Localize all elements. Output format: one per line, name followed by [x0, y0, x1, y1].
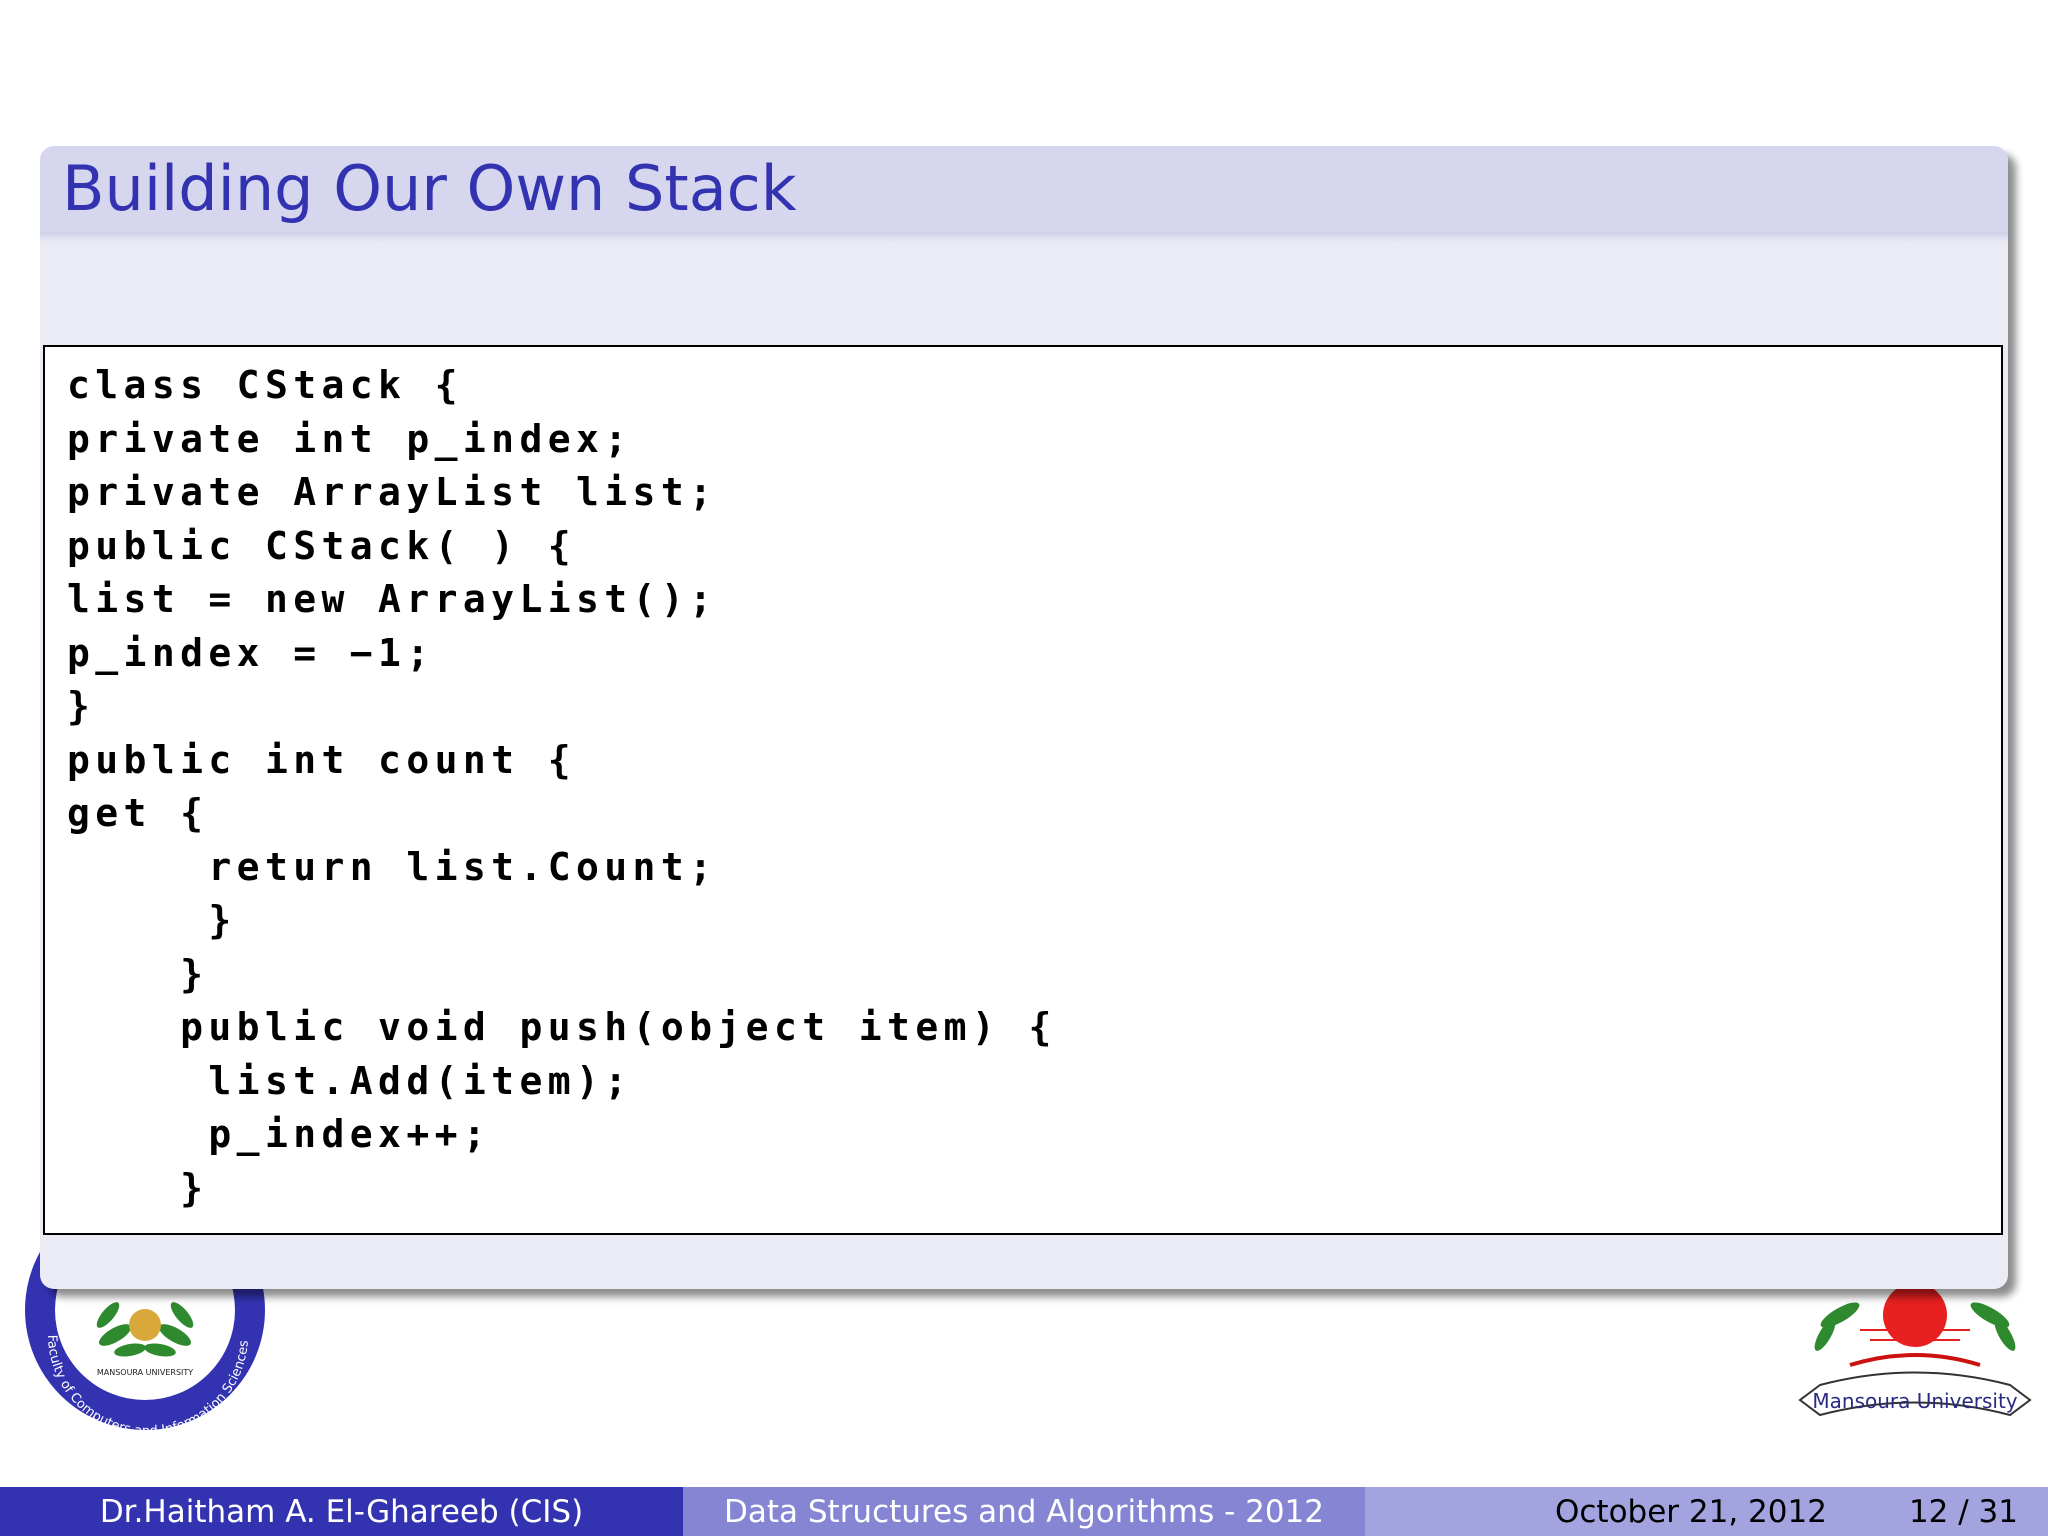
- footer-right: October 21, 2012 12 / 31: [1365, 1487, 2048, 1536]
- university-logo: Mansoura University: [1798, 1283, 2032, 1417]
- footer-date: October 21, 2012: [1554, 1493, 1827, 1530]
- code-line: private ArrayList list;: [67, 470, 718, 514]
- code-line: }: [67, 1165, 209, 1210]
- footer-author: Dr.Haitham A. El-Ghareeb (CIS): [0, 1487, 683, 1536]
- code-text: class CStack { private int p_index;privat…: [67, 359, 1057, 1215]
- code-line: class CStack {: [67, 363, 463, 407]
- slide: MANSOURA UNIVERSITY Faculty of Computers…: [0, 0, 2048, 1536]
- code-line: private int p_index;: [67, 416, 633, 461]
- block-header: Building Our Own Stack: [40, 146, 2008, 242]
- code-line: }: [67, 951, 209, 996]
- svg-text:MANSOURA UNIVERSITY: MANSOURA UNIVERSITY: [97, 1368, 193, 1377]
- code-line: p_index++;: [67, 1112, 492, 1156]
- code-line: return list.Count;: [67, 844, 718, 889]
- code-listing: class CStack { private int p_index;privat…: [43, 345, 2003, 1235]
- code-line: public int count {: [67, 737, 577, 782]
- code-line: list = new ArrayList();: [67, 577, 718, 621]
- code-line: list.Add(item);: [67, 1058, 633, 1103]
- slide-title: Building Our Own Stack: [62, 152, 797, 225]
- code-line: get {: [67, 791, 209, 835]
- code-line: }: [67, 898, 237, 942]
- code-line: public void push(object item) {: [67, 1005, 1057, 1049]
- page-number: 12 / 31: [1908, 1493, 2018, 1530]
- code-line: }: [67, 684, 96, 728]
- footer: Dr.Haitham A. El-Ghareeb (CIS) Data Stru…: [0, 1487, 2048, 1536]
- code-line: public CStack( ) {: [67, 523, 577, 568]
- code-line: p_index = −1;: [67, 630, 435, 675]
- svg-text:Mansoura University: Mansoura University: [1812, 1389, 2017, 1413]
- footer-course: Data Structures and Algorithms - 2012: [683, 1487, 1365, 1536]
